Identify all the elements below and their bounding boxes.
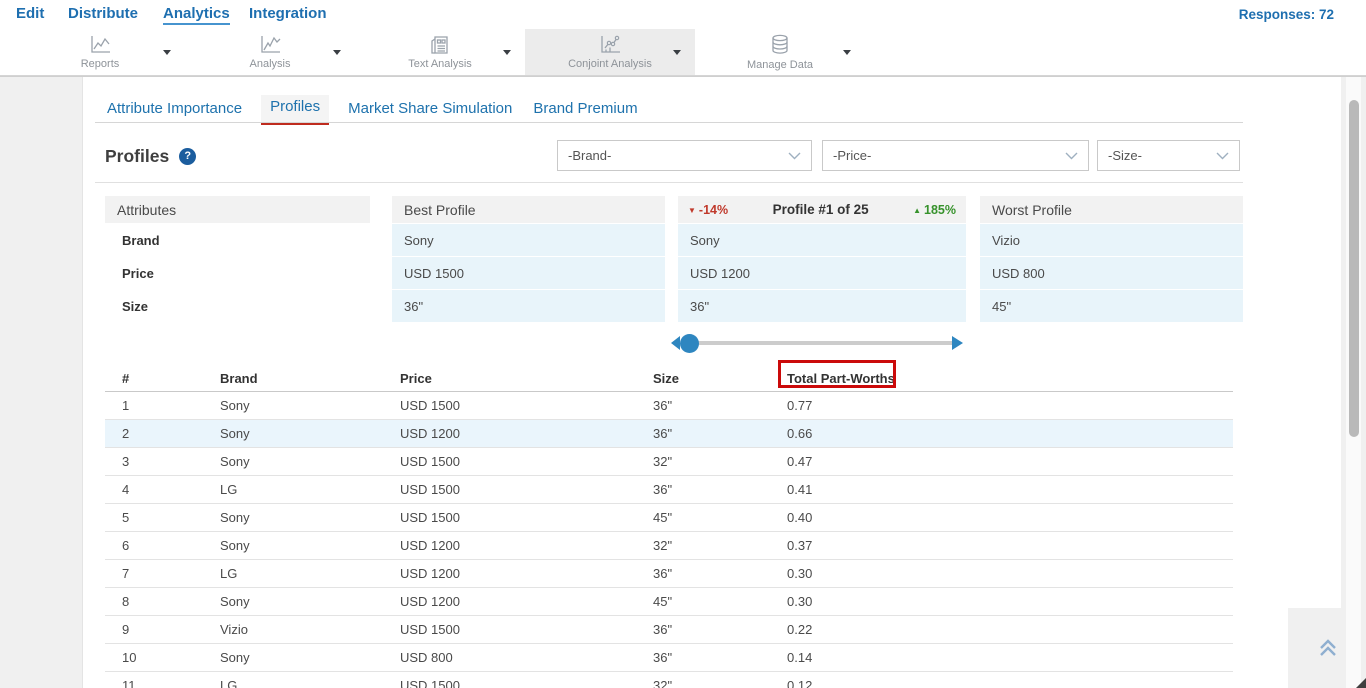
- analytics-toolbar: Reports Analysis Text Analysis: [0, 29, 1366, 76]
- nav-item-analytics[interactable]: Analytics: [163, 5, 230, 25]
- dropdown-caret-icon[interactable]: [503, 50, 511, 55]
- scrollbar-thumb[interactable]: [1349, 100, 1359, 437]
- toolbar-item-label: Reports: [81, 58, 120, 70]
- delta-down-badge: ▼-14%: [688, 203, 728, 217]
- profile-slider-track[interactable]: [690, 341, 958, 345]
- tab-attribute-importance[interactable]: Attribute Importance: [105, 97, 244, 125]
- nav-item-distribute[interactable]: Distribute: [68, 5, 138, 22]
- chevron-down-icon: [1065, 148, 1078, 163]
- current-profile-header: ▼-14% Profile #1 of 25 ▲185%: [678, 196, 966, 223]
- column-header-size[interactable]: Size: [653, 371, 787, 386]
- help-icon[interactable]: ?: [179, 148, 196, 165]
- part-worths-table: # Brand Price Size Total Part-Worths 1So…: [105, 365, 1233, 688]
- triangle-up-icon: ▲: [913, 206, 921, 215]
- table-row[interactable]: 6SonyUSD 120032"0.37: [105, 532, 1233, 560]
- toolbar-item-label: Conjoint Analysis: [568, 58, 652, 70]
- delta-up-badge: ▲185%: [913, 203, 956, 217]
- attribute-label-brand: Brand: [105, 224, 370, 256]
- price-filter-dropdown[interactable]: -Price-: [822, 140, 1089, 171]
- worst-profile-column: Worst Profile Vizio USD 800 45": [980, 196, 1243, 323]
- left-margin: [0, 77, 83, 688]
- table-row[interactable]: 5SonyUSD 150045"0.40: [105, 504, 1233, 532]
- best-profile-column: Best Profile Sony USD 1500 36": [392, 196, 665, 323]
- best-profile-header: Best Profile: [392, 196, 665, 223]
- toolbar-item-reports[interactable]: Reports: [15, 29, 185, 75]
- brand-filter-dropdown[interactable]: -Brand-: [557, 140, 812, 171]
- dropdown-caret-icon[interactable]: [163, 50, 171, 55]
- column-header-index[interactable]: #: [122, 371, 220, 386]
- chevron-down-icon: [1216, 148, 1229, 163]
- slider-next-arrow-icon[interactable]: [952, 336, 963, 350]
- tab-profiles[interactable]: Profiles: [261, 95, 329, 125]
- triangle-down-icon: ▼: [688, 206, 696, 215]
- newspaper-icon: [429, 35, 451, 55]
- attributes-header: Attributes: [105, 196, 370, 223]
- app-window: Edit Distribute Analytics Integration Re…: [0, 0, 1366, 688]
- toolbar-item-label: Manage Data: [747, 59, 813, 71]
- price-filter-value: -Price-: [833, 148, 871, 163]
- tabs-divider: [95, 122, 1243, 123]
- column-header-total-part-worths[interactable]: Total Part-Worths: [787, 371, 1233, 386]
- profile-slider-handle[interactable]: [680, 334, 699, 353]
- current-profile-brand: Sony: [678, 224, 966, 256]
- title-divider: [95, 182, 1243, 183]
- slider-prev-arrow-icon[interactable]: [671, 336, 680, 350]
- toolbar-item-analysis[interactable]: Analysis: [185, 29, 355, 75]
- nav-item-edit[interactable]: Edit: [16, 5, 44, 22]
- table-row[interactable]: 3SonyUSD 150032"0.47: [105, 448, 1233, 476]
- current-profile-price: USD 1200: [678, 257, 966, 289]
- dropdown-caret-icon[interactable]: [843, 50, 851, 55]
- top-nav: Edit Distribute Analytics Integration Re…: [0, 0, 1366, 29]
- table-row[interactable]: 11LGUSD 150032"0.12: [105, 672, 1233, 688]
- worst-profile-brand: Vizio: [980, 224, 1243, 256]
- nav-item-integration[interactable]: Integration: [249, 5, 327, 22]
- best-profile-price: USD 1500: [392, 257, 665, 289]
- responses-count: Responses: 72: [1239, 7, 1334, 22]
- attribute-label-size: Size: [105, 290, 370, 322]
- current-profile-column: ▼-14% Profile #1 of 25 ▲185% Sony USD 12…: [678, 196, 966, 323]
- tab-brand-premium[interactable]: Brand Premium: [531, 97, 639, 125]
- scatter-chart-icon: [598, 35, 622, 55]
- table-row[interactable]: 8SonyUSD 120045"0.30: [105, 588, 1233, 616]
- page-title: Profiles: [105, 146, 169, 167]
- table-row[interactable]: 4LGUSD 150036"0.41: [105, 476, 1233, 504]
- toolbar-divider: [0, 76, 1366, 77]
- toolbar-item-label: Text Analysis: [408, 58, 472, 70]
- tab-market-share-simulation[interactable]: Market Share Simulation: [346, 97, 514, 125]
- best-profile-size: 36": [392, 290, 665, 322]
- table-header-row: # Brand Price Size Total Part-Worths: [105, 365, 1233, 392]
- current-profile-title: Profile #1 of 25: [773, 202, 869, 217]
- database-icon: [769, 34, 791, 56]
- chevron-up-double-icon: [1318, 639, 1338, 663]
- worst-profile-header: Worst Profile: [980, 196, 1243, 223]
- toolbar-item-manage-data[interactable]: Manage Data: [695, 29, 865, 75]
- worst-profile-size: 45": [980, 290, 1243, 322]
- column-header-price[interactable]: Price: [400, 371, 653, 386]
- brand-filter-value: -Brand-: [568, 148, 611, 163]
- best-profile-brand: Sony: [392, 224, 665, 256]
- conjoint-tab-bar: Attribute Importance Profiles Market Sha…: [105, 95, 640, 125]
- current-profile-size: 36": [678, 290, 966, 322]
- worst-profile-price: USD 800: [980, 257, 1243, 289]
- size-filter-dropdown[interactable]: -Size-: [1097, 140, 1240, 171]
- trend-chart-icon: [258, 35, 282, 55]
- toolbar-item-text-analysis[interactable]: Text Analysis: [355, 29, 525, 75]
- scroll-to-top-button[interactable]: [1314, 638, 1342, 664]
- toolbar-item-label: Analysis: [250, 58, 291, 70]
- line-chart-icon: [88, 35, 112, 55]
- table-row[interactable]: 1SonyUSD 150036"0.77: [105, 392, 1233, 420]
- dropdown-caret-icon[interactable]: [333, 50, 341, 55]
- attributes-column: Attributes Brand Price Size: [105, 196, 370, 323]
- table-row[interactable]: 7LGUSD 120036"0.30: [105, 560, 1233, 588]
- chevron-down-icon: [788, 148, 801, 163]
- dropdown-caret-icon[interactable]: [673, 50, 681, 55]
- table-row[interactable]: 10SonyUSD 80036"0.14: [105, 644, 1233, 672]
- toolbar-item-conjoint-analysis[interactable]: Conjoint Analysis: [525, 29, 695, 75]
- table-row-highlighted[interactable]: 2SonyUSD 120036"0.66: [105, 420, 1233, 448]
- table-row[interactable]: 9VizioUSD 150036"0.22: [105, 616, 1233, 644]
- attribute-label-price: Price: [105, 257, 370, 289]
- size-filter-value: -Size-: [1108, 148, 1142, 163]
- column-header-brand[interactable]: Brand: [220, 371, 400, 386]
